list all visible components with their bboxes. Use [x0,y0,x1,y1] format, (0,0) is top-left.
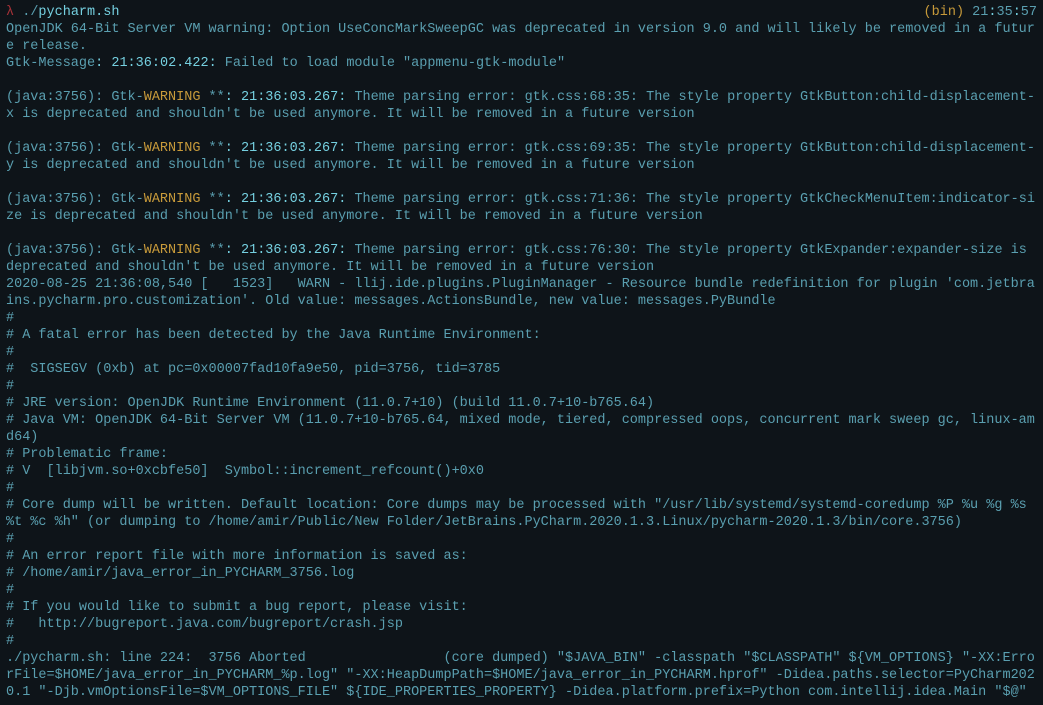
crash-6: # Java VM: OpenJDK 64-Bit Server VM (11.… [6,413,1035,445]
paren-right: ) [956,5,964,20]
crash-0: # [6,311,14,326]
crash-3: # SIGSEGV (0xb) at pc=0x00007fad10fa9e50… [6,362,500,377]
bin-label: bin [932,5,956,20]
crash-13: # /home/amir/java_error_in_PYCHARM_3756.… [6,566,354,581]
warn-1-pre: (java:3756): Gtk- [6,141,144,156]
gtk-message-label: Gtk-Message [6,56,95,71]
prompt-symbol: λ [6,5,14,20]
prompt-right: (bin) 21:35:57 [924,4,1037,21]
warn-1-tag: WARNING [144,141,201,156]
crash-4: # [6,379,14,394]
crash-5: # JRE version: OpenJDK Runtime Environme… [6,396,654,411]
crash-10: # Core dump will be written. Default loc… [6,498,1035,530]
crash-9: # [6,481,14,496]
crash-7: # Problematic frame: [6,447,168,462]
warn-0-pre: (java:3756): Gtk- [6,90,144,105]
clock-sep2: : [1013,5,1021,20]
crash-15: # If you would like to submit a bug repo… [6,600,468,615]
paren-left: ( [924,5,932,20]
warn-2-tag: WARNING [144,192,201,207]
crash-2: # [6,345,14,360]
abort-line: ./pycharm.sh: line 224: 3756 Aborted (co… [6,651,1035,700]
crash-11: # [6,532,14,547]
warn-3-pre: (java:3756): Gtk- [6,243,144,258]
gtk-message-text: Failed to load module "appmenu-gtk-modul… [217,56,565,71]
warn-3-tag: WARNING [144,243,201,258]
line-jvm-warning: OpenJDK 64-Bit Server VM warning: Option… [6,22,1035,54]
crash-16: # http://bugreport.java.com/bugreport/cr… [6,617,403,632]
cmd-prefix: ./ [22,5,38,20]
clock-m: 35 [996,5,1012,20]
crash-14: # [6,583,14,598]
crash-17: # [6,634,14,649]
clock-h: 21 [972,5,988,20]
crash-1: # A fatal error has been detected by the… [6,328,541,343]
warn-0-tag: WARNING [144,90,201,105]
cmd: pycharm.sh [38,5,119,20]
terminal-output: (bin) 21:35:57 λ ./pycharm.sh OpenJDK 64-… [6,4,1037,701]
crash-12: # An error report file with more informa… [6,549,468,564]
crash-8: # V [libjvm.so+0xcbfe50] Symbol::increme… [6,464,484,479]
clock-s: 57 [1021,5,1037,20]
plugin-warn: 2020-08-25 21:36:08,540 [ 1523] WARN - l… [6,277,1035,309]
warn-2-pre: (java:3756): Gtk- [6,192,144,207]
